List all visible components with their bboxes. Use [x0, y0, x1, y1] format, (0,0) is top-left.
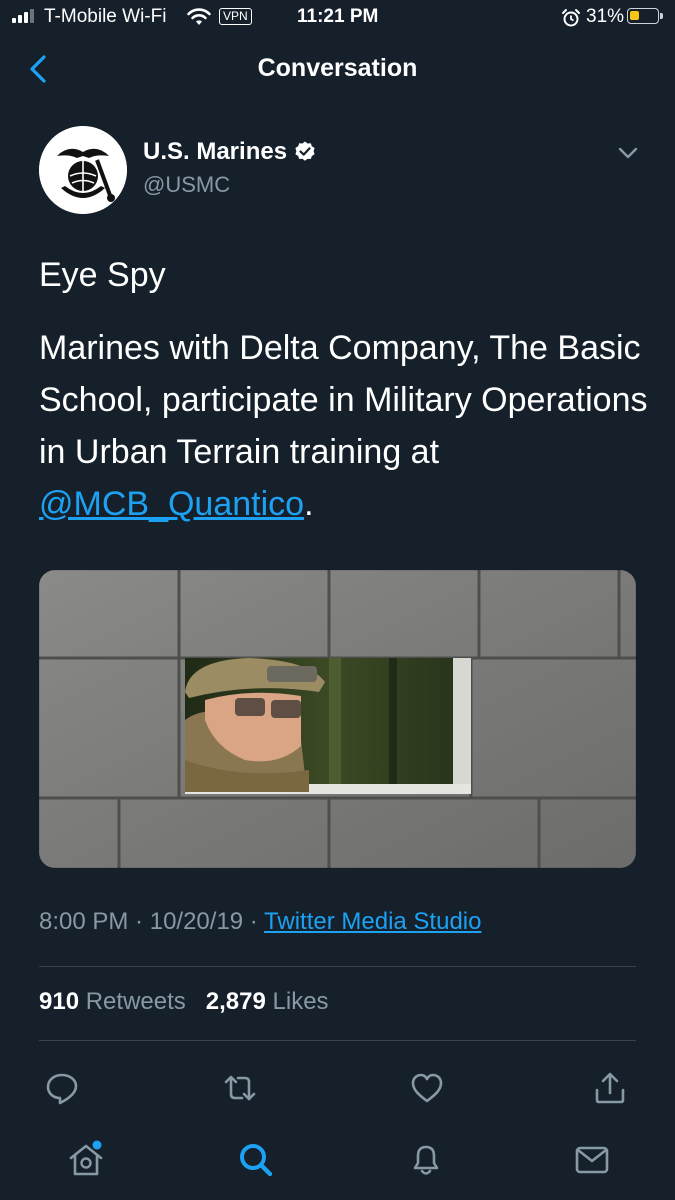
- retweets-label: Retweets: [85, 988, 186, 1015]
- divider: [39, 1040, 636, 1041]
- home-icon: [69, 1140, 103, 1176]
- source-link[interactable]: Twitter Media Studio: [264, 908, 481, 935]
- reply-icon: [46, 1073, 78, 1105]
- tweet-meta: 8:00 PM · 10/20/19 · Twitter Media Studi…: [39, 908, 482, 935]
- wifi-icon: [186, 7, 212, 27]
- notifications-icon: [413, 1145, 439, 1175]
- messages-icon: [575, 1146, 609, 1174]
- search-icon: [240, 1144, 273, 1177]
- like-button[interactable]: [409, 1070, 445, 1106]
- author-name: U.S. Marines: [143, 138, 288, 165]
- tweet-photo[interactable]: [39, 570, 636, 868]
- avatar[interactable]: [39, 126, 127, 214]
- page-title: Conversation: [257, 54, 418, 82]
- battery-icon: [627, 8, 663, 24]
- tweet-title-line: Eye Spy: [39, 256, 166, 294]
- tweet-time: 8:00 PM: [39, 908, 129, 935]
- chevron-down-icon: [618, 147, 638, 159]
- retweets-stat[interactable]: 910 Retweets: [39, 988, 186, 1015]
- alarm-icon: [561, 8, 581, 28]
- tab-messages[interactable]: [572, 1140, 612, 1180]
- likes-label: Likes: [272, 988, 329, 1015]
- tab-search[interactable]: [236, 1140, 276, 1180]
- retweet-button[interactable]: [222, 1070, 258, 1106]
- likes-stat[interactable]: 2,879 Likes: [206, 988, 329, 1015]
- mention-link[interactable]: @MCB_Quantico: [39, 485, 304, 523]
- author-handle[interactable]: @USMC: [143, 172, 230, 198]
- retweets-count: 910: [39, 988, 80, 1015]
- retweet-icon: [224, 1075, 256, 1101]
- likes-count: 2,879: [205, 988, 266, 1015]
- reply-button[interactable]: [44, 1070, 80, 1106]
- tweet-stats: 910 Retweets 2,879 Likes: [39, 988, 329, 1016]
- vpn-badge: VPN: [219, 8, 252, 25]
- tweet-date: 10/20/19: [149, 908, 244, 935]
- author-name-row[interactable]: U.S. Marines: [143, 138, 317, 166]
- tweet-body: Marines with Delta Company, The Basic Sc…: [39, 329, 648, 471]
- divider: [39, 966, 636, 967]
- battery-percent: 31%: [586, 6, 625, 27]
- like-icon: [411, 1073, 443, 1103]
- share-button[interactable]: [592, 1070, 628, 1106]
- tab-home[interactable]: [66, 1140, 106, 1180]
- carrier-label: T-Mobile Wi-Fi: [44, 6, 167, 27]
- more-options-button[interactable]: [616, 143, 640, 163]
- status-time: 11:21 PM: [297, 6, 379, 27]
- status-bar: T-Mobile Wi-Fi VPN 11:21 PM 31%: [0, 0, 675, 36]
- tweet-end-punct: .: [304, 485, 314, 523]
- new-tweets-dot-icon: [92, 1140, 102, 1150]
- verified-badge-icon: [293, 140, 317, 164]
- signal-icon: [12, 9, 34, 23]
- share-icon: [595, 1072, 625, 1104]
- tweet-text: Marines with Delta Company, The Basic Sc…: [39, 322, 649, 530]
- tab-notifications[interactable]: [406, 1140, 446, 1180]
- photo-image: [39, 570, 636, 868]
- usmc-emblem-icon: [39, 126, 127, 214]
